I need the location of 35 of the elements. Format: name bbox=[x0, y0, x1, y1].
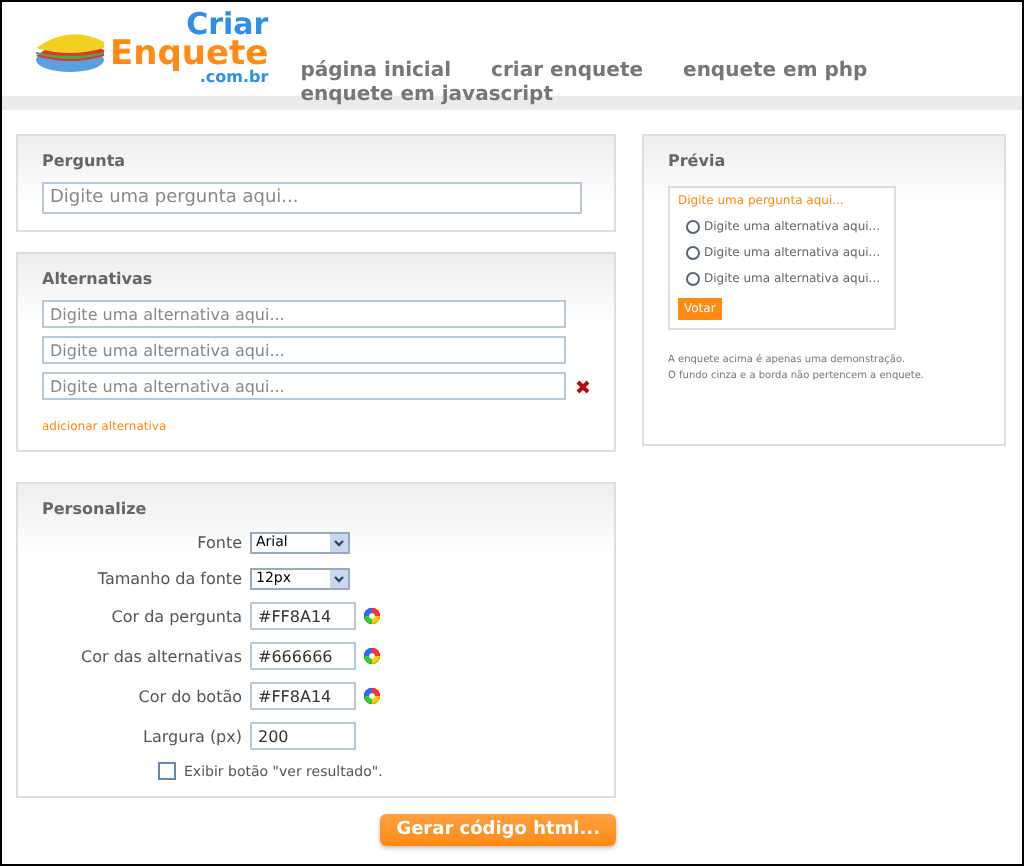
caret-icon bbox=[330, 533, 348, 551]
color-wheel-icon[interactable] bbox=[364, 688, 380, 704]
nav-link[interactable]: enquete em php bbox=[683, 60, 868, 84]
color-wheel-icon[interactable] bbox=[364, 608, 380, 624]
field-label: Tamanho da fonte bbox=[95, 569, 242, 587]
width-input[interactable]: 200 bbox=[250, 722, 356, 750]
color-wheel-icon[interactable] bbox=[364, 648, 380, 664]
panel-title: Pergunta bbox=[42, 152, 128, 170]
color-input[interactable]: #FF8A14 bbox=[250, 602, 356, 630]
radio-button[interactable] bbox=[686, 246, 700, 260]
nav-link[interactable]: enquete em javascript bbox=[300, 84, 553, 108]
field-label: Largura (px) bbox=[141, 727, 242, 745]
panel-title: Prévia bbox=[668, 152, 728, 170]
remove-icon[interactable] bbox=[576, 379, 590, 393]
logo-domain: .com.br bbox=[199, 70, 269, 86]
field-label: Cor do botão bbox=[136, 687, 242, 705]
logo-text: Criar bbox=[186, 10, 269, 39]
radio-button[interactable] bbox=[686, 272, 700, 286]
alternative-input[interactable]: Digite uma alternativa aqui... bbox=[42, 372, 566, 400]
question-input[interactable]: Digite uma pergunta aqui... bbox=[42, 182, 582, 214]
field-label: Cor das alternativas bbox=[79, 647, 242, 665]
checkbox[interactable] bbox=[158, 762, 176, 780]
nav-link[interactable]: página inicial bbox=[300, 60, 452, 84]
caret-icon bbox=[330, 569, 348, 587]
radio-button[interactable] bbox=[686, 220, 700, 234]
color-input[interactable]: #666666 bbox=[250, 642, 356, 670]
field-label: Cor da pergunta bbox=[109, 607, 242, 625]
logo-text: Enquete bbox=[110, 38, 269, 71]
alternative-input[interactable]: Digite uma alternativa aqui... bbox=[42, 300, 566, 328]
alternative-input[interactable]: Digite uma alternativa aqui... bbox=[42, 336, 566, 364]
nav-link[interactable]: criar enquete bbox=[491, 60, 644, 84]
panel-title: Personalize bbox=[42, 500, 149, 518]
panel-title: Alternativas bbox=[42, 270, 155, 288]
field-label: Fonte bbox=[195, 533, 242, 551]
color-input[interactable]: #FF8A14 bbox=[250, 682, 356, 710]
